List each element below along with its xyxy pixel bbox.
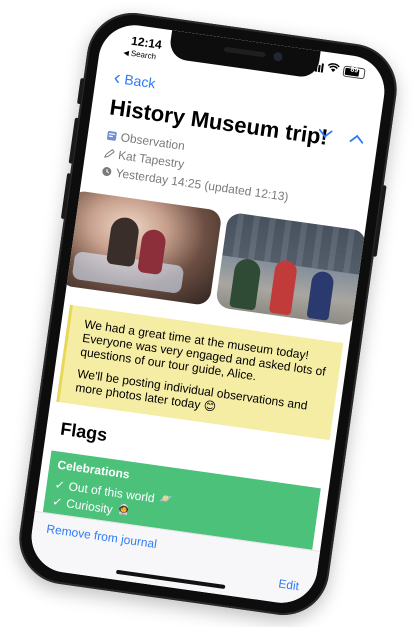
mockup-stage: 12:14 ◀Search 89 ‹ Back History Museum t… [0, 0, 419, 627]
back-label: Back [123, 71, 157, 92]
edit-button[interactable]: Edit [278, 577, 300, 594]
phone-device: 12:14 ◀Search 89 ‹ Back History Museum t… [13, 7, 403, 621]
flag-label: Curiosity [65, 495, 114, 517]
speaker-grille [223, 46, 266, 58]
planet-emoji: 🪐 [158, 493, 173, 506]
battery-icon: 89 [342, 65, 366, 79]
remove-from-journal-button[interactable]: Remove from journal [46, 522, 158, 551]
chevron-up-icon[interactable] [349, 130, 365, 146]
chevron-left-icon: ‹ [112, 66, 123, 90]
status-icons: 89 [311, 60, 366, 79]
front-camera [272, 51, 284, 62]
back-triangle-icon: ◀ [122, 49, 130, 58]
museum-photo-2[interactable] [215, 211, 368, 327]
check-icon: ✓ [53, 476, 66, 493]
chevron-down-icon[interactable] [317, 126, 333, 142]
check-icon: ✓ [51, 493, 64, 510]
back-button[interactable]: ‹ Back [112, 66, 157, 92]
clock-icon [100, 165, 114, 179]
museum-photo-1[interactable] [58, 189, 223, 307]
wifi-icon [327, 62, 341, 76]
observation-icon [105, 129, 119, 143]
pencil-icon [103, 147, 117, 161]
astronaut-emoji: 🧑‍🚀 [116, 504, 131, 518]
